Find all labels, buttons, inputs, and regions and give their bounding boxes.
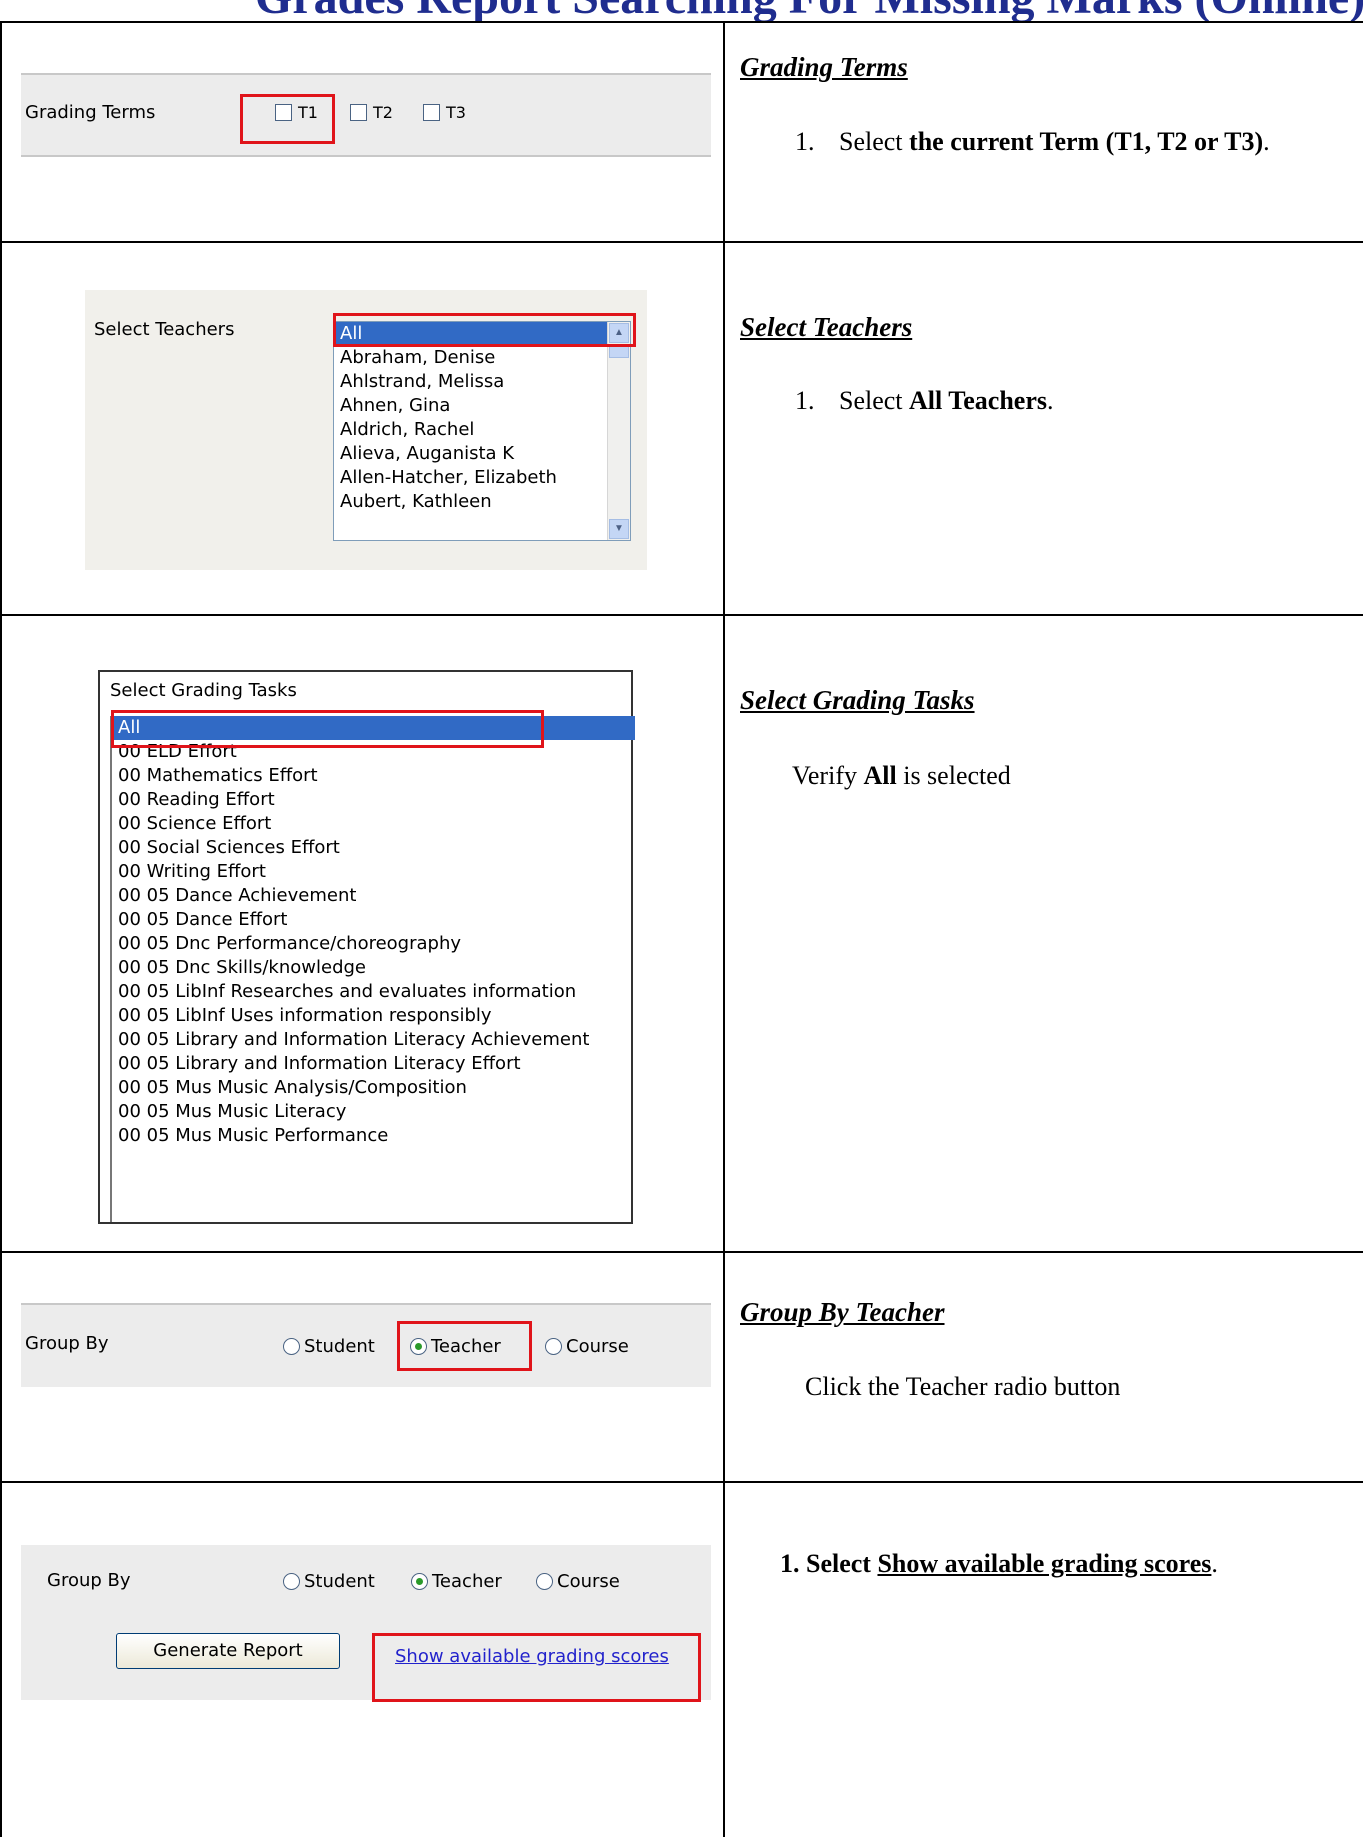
radio-icon[interactable]: [545, 1338, 562, 1355]
step-bold-text: All Teachers: [909, 386, 1047, 415]
table-border-left: [0, 21, 2, 1837]
generate-report-button[interactable]: Generate Report: [116, 1633, 340, 1669]
grading-task-option[interactable]: 00 05 Dance Achievement: [112, 884, 635, 908]
grading-tasks-panel: Select Grading Tasks All 00 ELD Effort 00 …: [98, 670, 635, 1224]
table-border-top: [0, 21, 1363, 23]
step-instruction: 1. Select All Teachers.: [780, 383, 1350, 419]
radio-student[interactable]: Student: [283, 1571, 375, 1592]
select-grading-tasks-label: Select Grading Tasks: [110, 680, 297, 701]
radio-icon[interactable]: [536, 1573, 553, 1590]
step-suffix: is selected: [896, 761, 1011, 790]
grading-task-option[interactable]: 00 Science Effort: [112, 812, 635, 836]
grading-task-option[interactable]: 00 Writing Effort: [112, 860, 635, 884]
grading-task-option[interactable]: 00 05 Library and Information Literacy E…: [112, 1052, 635, 1076]
highlight-box: [240, 94, 335, 144]
step-number: 1.: [780, 1549, 800, 1578]
row-divider: [0, 1481, 1363, 1483]
radio-selected-icon[interactable]: [411, 1573, 428, 1590]
group-by-panel: Group By Student Teacher Course: [21, 1303, 711, 1387]
teachers-listbox[interactable]: All Abraham, Denise Ahlstrand, Melissa Ahne…: [333, 321, 631, 541]
grading-task-option[interactable]: 00 05 Dnc Skills/knowledge: [112, 956, 635, 980]
table-column-divider: [723, 21, 725, 1837]
group-by-label: Group By: [47, 1570, 131, 1591]
teacher-option[interactable]: Ahlstrand, Melissa: [334, 370, 630, 394]
step-heading-select-grading-tasks: Select Grading Tasks: [740, 685, 975, 715]
teacher-option[interactable]: Allen-Hatcher, Elizabeth: [334, 466, 630, 490]
radio-icon[interactable]: [283, 1338, 300, 1355]
term-t2[interactable]: T2: [350, 103, 393, 122]
teacher-option[interactable]: Alieva, Auganista K: [334, 442, 630, 466]
scroll-down-icon[interactable]: ▼: [609, 519, 629, 539]
step-text: Verify: [792, 761, 864, 790]
teacher-option[interactable]: Aldrich, Rachel: [334, 418, 630, 442]
step-heading-group-by-teacher: Group By Teacher: [740, 1297, 945, 1327]
step-number: 1.: [795, 386, 815, 415]
highlight-box: [111, 710, 544, 748]
highlight-box: [372, 1633, 701, 1702]
grading-task-option[interactable]: 00 05 Dance Effort: [112, 908, 635, 932]
grading-task-option[interactable]: 00 05 Library and Information Literacy A…: [112, 1028, 635, 1052]
radio-student-label: Student: [304, 1571, 375, 1592]
step-suffix: .: [1211, 1549, 1218, 1578]
radio-student-label: Student: [304, 1336, 375, 1357]
highlight-box: [397, 1321, 532, 1371]
teacher-option[interactable]: Ahnen, Gina: [334, 394, 630, 418]
checkbox-icon[interactable]: [350, 104, 367, 121]
row-divider: [0, 1251, 1363, 1253]
radio-course[interactable]: Course: [536, 1571, 620, 1592]
row-divider: [0, 614, 1363, 616]
panel-bottom-rule: [21, 155, 711, 157]
grading-task-option[interactable]: 00 05 Mus Music Analysis/Composition: [112, 1076, 635, 1100]
radio-course-label: Course: [566, 1336, 629, 1357]
grading-task-option[interactable]: 00 Reading Effort: [112, 788, 635, 812]
group-by-label: Group By: [25, 1333, 109, 1354]
step-instruction: 1. Select the current Term (T1, T2 or T3…: [780, 124, 1350, 160]
step-suffix: .: [1046, 386, 1054, 415]
radio-student[interactable]: Student: [283, 1336, 375, 1357]
step-bold-text: the current Term (T1, T2 or T3): [909, 127, 1264, 156]
radio-teacher-label: Teacher: [432, 1571, 502, 1592]
panel-top-rule: [21, 1303, 711, 1305]
step-instruction: 1. Select Show available grading scores.: [780, 1546, 1218, 1582]
grading-task-option[interactable]: 00 05 LibInf Uses information responsibl…: [112, 1004, 635, 1028]
grading-terms-label: Grading Terms: [25, 102, 156, 123]
step-suffix: .: [1263, 127, 1270, 156]
step-instruction: Verify All is selected: [792, 758, 1011, 794]
term-t3-label: T3: [446, 103, 466, 122]
step-text: Select: [839, 127, 910, 156]
term-t3[interactable]: T3: [423, 103, 466, 122]
grading-tasks-list: All 00 ELD Effort 00 Mathematics Effort 00 …: [112, 716, 635, 1148]
step-link-text: Show available grading scores: [877, 1549, 1212, 1578]
step-heading-select-teachers: Select Teachers: [740, 312, 913, 342]
grading-tasks-listbox[interactable]: All 00 ELD Effort 00 Mathematics Effort 00 …: [110, 716, 635, 1222]
step-instruction: Click the Teacher radio button: [805, 1372, 1121, 1401]
panel-top-rule: [21, 73, 711, 75]
select-teachers-label: Select Teachers: [94, 319, 235, 340]
radio-course[interactable]: Course: [545, 1336, 629, 1357]
grading-task-option[interactable]: 00 Social Sciences Effort: [112, 836, 635, 860]
radio-course-label: Course: [557, 1571, 620, 1592]
highlight-box: [333, 313, 636, 347]
radio-icon[interactable]: [283, 1573, 300, 1590]
step-text: Select: [839, 386, 910, 415]
grading-task-option[interactable]: 00 05 Mus Music Literacy: [112, 1100, 635, 1124]
radio-teacher[interactable]: Teacher: [411, 1571, 502, 1592]
step-bold-text: All: [863, 761, 897, 790]
term-t2-label: T2: [373, 103, 393, 122]
row-divider: [0, 241, 1363, 243]
grading-terms-panel: Grading Terms T1 T2 T3: [21, 73, 711, 157]
step-number: 1.: [795, 127, 815, 156]
teachers-scrollbar[interactable]: ▲ ▼: [607, 322, 630, 540]
grading-task-option[interactable]: 00 05 Dnc Performance/choreography: [112, 932, 635, 956]
grading-task-option[interactable]: 00 05 Mus Music Performance: [112, 1124, 635, 1148]
teachers-list: All Abraham, Denise Ahlstrand, Melissa Ahne…: [334, 322, 630, 514]
grading-task-option[interactable]: 00 Mathematics Effort: [112, 764, 635, 788]
teacher-option[interactable]: Aubert, Kathleen: [334, 490, 630, 514]
step-heading-grading-terms: Grading Terms: [740, 52, 908, 82]
checkbox-icon[interactable]: [423, 104, 440, 121]
step-bold-text: Select: [806, 1549, 878, 1578]
teacher-option[interactable]: Abraham, Denise: [334, 346, 630, 370]
grading-task-option[interactable]: 00 05 LibInf Researches and evaluates in…: [112, 980, 635, 1004]
